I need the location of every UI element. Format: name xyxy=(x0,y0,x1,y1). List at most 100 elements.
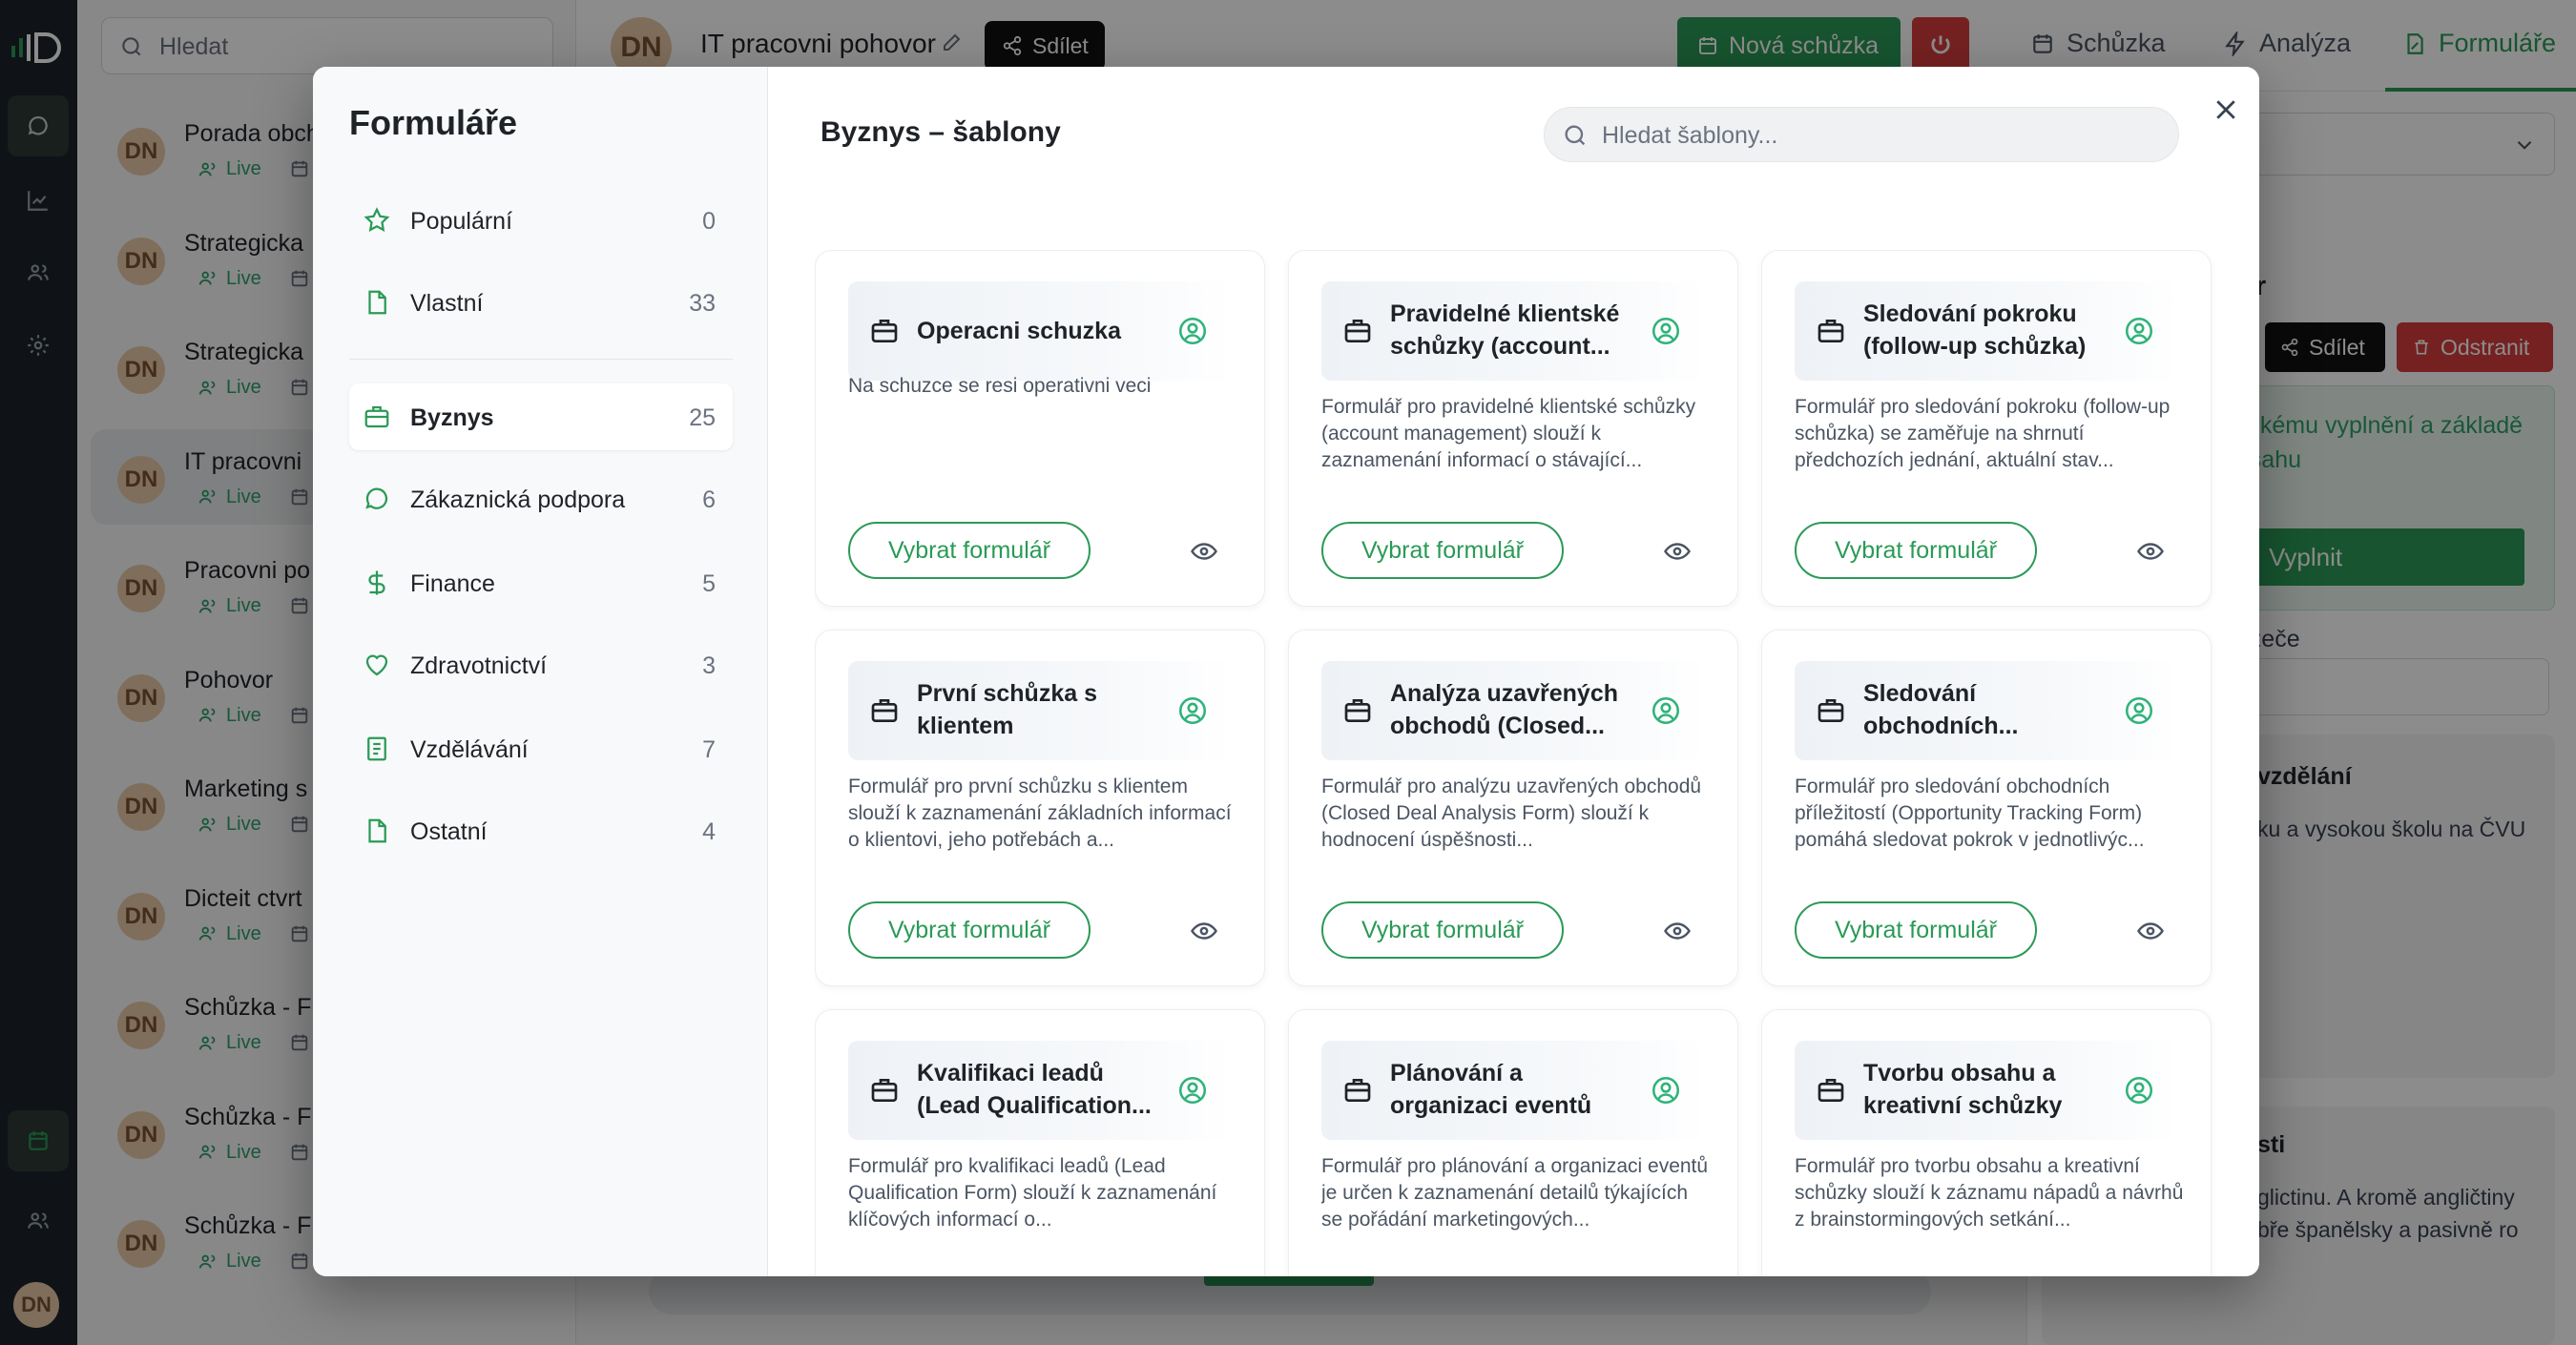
template-card-header: Plánování a organizaci eventů xyxy=(1321,1041,1707,1140)
user-circle-icon xyxy=(1178,696,1207,725)
category-finance[interactable]: Finance 5 xyxy=(349,549,733,616)
dollar-icon xyxy=(368,570,385,595)
eye-icon[interactable] xyxy=(2136,917,2165,945)
modal-sidebar: Formuláře Populární 0 Vlastní 33 Byznys 25 Zák… xyxy=(313,67,768,1276)
briefcase-icon xyxy=(871,320,898,342)
briefcase-icon xyxy=(1818,699,1844,722)
user-circle-icon xyxy=(2125,1076,2153,1105)
template-card: Sledování pokroku (follow-up schůzka) For… xyxy=(1761,250,2212,607)
chat-icon xyxy=(365,487,388,509)
category-byznys[interactable]: Byznys 25 xyxy=(349,383,733,450)
user-circle-icon xyxy=(1652,317,1680,345)
briefcase-icon xyxy=(1818,1079,1844,1102)
category-label: Zdravotnictví xyxy=(410,652,548,679)
template-title: Plánování a organizaci eventů xyxy=(1390,1060,1592,1119)
category-zdravotnictví[interactable]: Zdravotnictví 3 xyxy=(349,631,733,698)
template-card: Tvorbu obsahu a kreativní schůzky Formulá… xyxy=(1761,1009,2212,1276)
modal-title: Formuláře xyxy=(349,103,518,142)
template-description: Formulář pro tvorbu obsahu a kreativní s… xyxy=(1795,1155,2184,1231)
category-count: 25 xyxy=(689,404,716,431)
category-ostatní[interactable]: Ostatní 4 xyxy=(349,797,733,864)
template-card-header: Tvorbu obsahu a kreativní schůzky xyxy=(1795,1041,2180,1140)
file-icon xyxy=(368,818,386,843)
template-title: Sledování pokroku (follow-up schůzka) xyxy=(1863,300,2087,360)
category-vlastní[interactable]: Vlastní 33 xyxy=(349,269,733,336)
template-card: Plánování a organizaci eventů Formulář pr… xyxy=(1288,1009,1738,1276)
section-title: Byznys – šablony xyxy=(821,116,1061,148)
user-circle-icon xyxy=(1652,696,1680,725)
template-description: Formulář pro první schůzku s klientem sl… xyxy=(848,776,1232,851)
eye-icon[interactable] xyxy=(2136,537,2165,566)
template-search-input[interactable]: Hledat šablony... xyxy=(1544,107,2179,162)
template-card-header: Kvalifikaci leadů (Lead Qualification... xyxy=(848,1041,1234,1140)
category-label: Zákaznická podpora xyxy=(410,486,626,513)
heart-icon xyxy=(365,654,388,676)
search-placeholder: Hledat šablony... xyxy=(1602,122,1778,149)
template-title: Sledování obchodních... xyxy=(1863,680,2019,739)
category-count: 7 xyxy=(702,736,716,763)
template-title: Analýza uzavřených obchodů (Closed... xyxy=(1390,680,1618,739)
user-circle-icon xyxy=(1178,1076,1207,1105)
category-label: Byznys xyxy=(410,404,494,431)
template-card-header: První schůzka s klientem xyxy=(848,661,1234,760)
template-description: Formulář pro sledování pokroku (follow-u… xyxy=(1795,396,2171,471)
template-title: Operacni schuzka xyxy=(917,318,1121,344)
template-description: Formulář pro plánování a organizaci even… xyxy=(1321,1155,1709,1231)
template-description: Na schuzce se resi operativni veci xyxy=(848,375,1152,397)
category-count: 33 xyxy=(689,290,716,317)
forms-modal: Formuláře Populární 0 Vlastní 33 Byznys 25 Zák… xyxy=(313,67,2259,1276)
template-card-header: Analýza uzavřených obchodů (Closed... xyxy=(1321,661,1707,760)
briefcase-icon xyxy=(871,699,898,722)
close-icon xyxy=(2216,100,2235,119)
search-icon xyxy=(1565,125,1586,146)
template-title: Pravidelné klientské schůzky (account... xyxy=(1390,300,1620,360)
file-icon xyxy=(368,290,386,315)
eye-icon[interactable] xyxy=(1663,537,1692,566)
template-title: První schůzka s klientem xyxy=(917,680,1097,739)
select-form-button[interactable]: Vybrat formulář xyxy=(848,522,1091,579)
close-button[interactable] xyxy=(2202,86,2250,134)
category-count: 5 xyxy=(702,570,716,597)
category-label: Vlastní xyxy=(410,290,484,317)
template-description: Formulář pro analýzu uzavřených obchodů … xyxy=(1321,776,1702,851)
briefcase-icon xyxy=(871,1079,898,1102)
select-form-button[interactable]: Vybrat formulář xyxy=(848,901,1091,959)
template-card: Analýza uzavřených obchodů (Closed... For… xyxy=(1288,630,1738,986)
eye-icon[interactable] xyxy=(1190,537,1218,566)
category-populární[interactable]: Populární 0 xyxy=(349,187,733,254)
category-label: Vzdělávání xyxy=(410,736,529,763)
template-card-header: Sledování obchodních... xyxy=(1795,661,2180,760)
category-vzdělávání[interactable]: Vzdělávání 7 xyxy=(349,715,733,782)
category-label: Populární xyxy=(410,208,513,235)
template-card: Sledování obchodních... Formulář pro sled… xyxy=(1761,630,2212,986)
template-card-header: Operacni schuzka xyxy=(848,281,1234,381)
briefcase-icon xyxy=(1818,320,1844,342)
select-form-button[interactable]: Vybrat formulář xyxy=(1795,522,2037,579)
user-circle-icon xyxy=(1652,1076,1680,1105)
category-zákaznická-podpora[interactable]: Zákaznická podpora 6 xyxy=(349,466,733,532)
category-divider xyxy=(349,359,733,360)
template-card: Operacni schuzka Na schuzce se resi opera… xyxy=(815,250,1265,607)
category-count: 3 xyxy=(702,652,716,679)
briefcase-icon xyxy=(1344,320,1371,342)
briefcase-icon xyxy=(1344,699,1371,722)
select-form-button[interactable]: Vybrat formulář xyxy=(1321,901,1564,959)
eye-icon[interactable] xyxy=(1190,917,1218,945)
template-description: Formulář pro sledování obchodních přílež… xyxy=(1795,776,2145,851)
template-title: Kvalifikaci leadů (Lead Qualification... xyxy=(917,1060,1152,1119)
template-description: Formulář pro kvalifikaci leadů (Lead Qua… xyxy=(848,1155,1217,1231)
template-card-header: Pravidelné klientské schůzky (account... xyxy=(1321,281,1707,381)
eye-icon[interactable] xyxy=(1663,917,1692,945)
briefcase-icon xyxy=(364,405,389,428)
category-label: Ostatní xyxy=(410,818,488,845)
select-form-button[interactable]: Vybrat formulář xyxy=(1795,901,2037,959)
template-card-header: Sledování pokroku (follow-up schůzka) xyxy=(1795,281,2180,381)
template-card: Kvalifikaci leadů (Lead Qualification...… xyxy=(815,1009,1265,1276)
template-card: První schůzka s klientem Formulář pro prv… xyxy=(815,630,1265,986)
template-title: Tvorbu obsahu a kreativní schůzky xyxy=(1863,1060,2063,1119)
category-count: 4 xyxy=(702,818,716,845)
template-grid: Operacni schuzka Na schuzce se resi opera… xyxy=(815,250,2225,1276)
select-form-button[interactable]: Vybrat formulář xyxy=(1321,522,1564,579)
book-icon xyxy=(367,736,386,761)
user-circle-icon xyxy=(2125,317,2153,345)
